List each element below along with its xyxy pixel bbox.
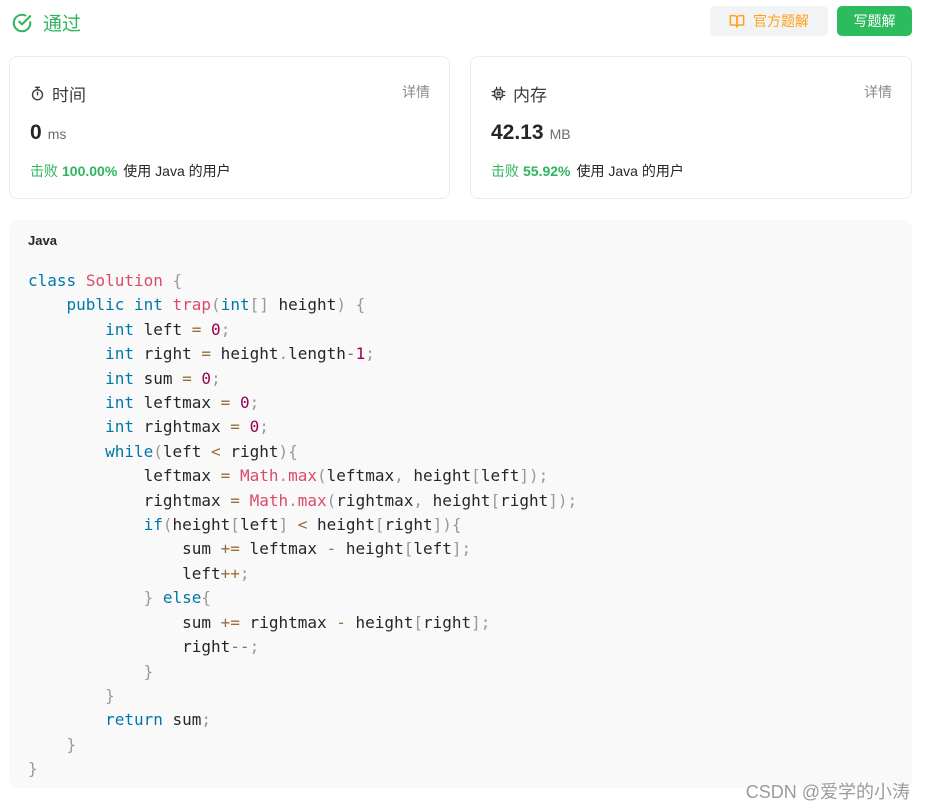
chip-icon <box>491 86 506 101</box>
code-block[interactable]: class Solution { public int trap(int[] h… <box>28 269 577 782</box>
official-solution-label: 官方题解 <box>753 13 809 29</box>
code-panel: Java class Solution { public int trap(in… <box>9 220 912 788</box>
code-line: } <box>143 661 154 681</box>
memory-beat-suffix: 使用 Java 的用户 <box>576 163 684 179</box>
write-solution-button[interactable]: 写题解 <box>837 6 912 36</box>
runtime-beat-suffix: 使用 Java 的用户 <box>123 163 231 179</box>
runtime-title: 时间 <box>52 86 86 105</box>
memory-title: 内存 <box>513 86 547 105</box>
runtime-detail-link[interactable]: 详情 <box>402 82 430 102</box>
check-circle-icon <box>12 13 32 32</box>
code-line: } else{ <box>143 588 212 608</box>
code-line: sum += rightmax - height[right]; <box>28 612 491 632</box>
runtime-card: 时间 详情 0 ms 击败 100.00% 使用 Java 的用户 <box>9 56 450 199</box>
memory-unit: MB <box>549 126 571 142</box>
code-line: int left = 0; <box>105 319 231 339</box>
runtime-header: 时间 <box>30 81 86 106</box>
code-line: } <box>105 685 115 705</box>
code-line: int right = height.length-1; <box>105 344 375 364</box>
runtime-value: 0 ms <box>30 121 66 145</box>
code-line: int rightmax = 0; <box>105 417 269 437</box>
code-line: if(height[left] < height[right]){ <box>143 515 462 535</box>
memory-number: 42.13 <box>491 121 544 144</box>
runtime-beats: 击败 100.00% 使用 Java 的用户 <box>30 161 231 181</box>
watermark: CSDN @爱学的小涛 <box>745 782 910 802</box>
stopwatch-icon <box>31 86 44 101</box>
runtime-beat-prefix: 击败 <box>30 163 58 179</box>
official-solution-button[interactable]: 官方题解 <box>710 6 828 36</box>
code-line: class Solution { <box>28 271 183 290</box>
code-line: return sum; <box>105 710 212 730</box>
memory-detail-link[interactable]: 详情 <box>864 82 892 102</box>
status-label: 通过 <box>43 14 82 35</box>
memory-beat-percent: 55.92% <box>523 163 571 179</box>
memory-value: 42.13 MB <box>491 121 571 145</box>
code-line: } <box>28 759 38 779</box>
runtime-unit: ms <box>47 126 67 142</box>
runtime-beat-percent: 100.00% <box>62 163 118 179</box>
code-line: leftmax = Math.max(leftmax, height[left]… <box>28 466 549 486</box>
code-line: rightmax = Math.max(rightmax, height[rig… <box>28 490 578 510</box>
memory-card: 内存 详情 42.13 MB 击败 55.92% 使用 Java 的用户 <box>470 56 912 199</box>
code-line: } <box>66 734 77 754</box>
runtime-number: 0 <box>30 121 42 144</box>
code-line: sum += leftmax - height[left]; <box>28 539 472 559</box>
code-line: while(left < right){ <box>105 441 298 461</box>
code-line: left++; <box>28 563 250 583</box>
code-line: public int trap(int[] height) { <box>66 295 366 315</box>
submission-status: 通过 <box>11 9 81 36</box>
code-language: Java <box>28 233 57 248</box>
code-line: int leftmax = 0; <box>105 393 260 413</box>
write-solution-label: 写题解 <box>853 13 896 29</box>
memory-beats: 击败 55.92% 使用 Java 的用户 <box>491 161 684 181</box>
book-icon <box>729 14 745 28</box>
memory-beat-prefix: 击败 <box>491 163 519 179</box>
code-line: right--; <box>28 637 260 657</box>
code-line: int sum = 0; <box>105 368 221 388</box>
memory-header: 内存 <box>491 81 547 106</box>
